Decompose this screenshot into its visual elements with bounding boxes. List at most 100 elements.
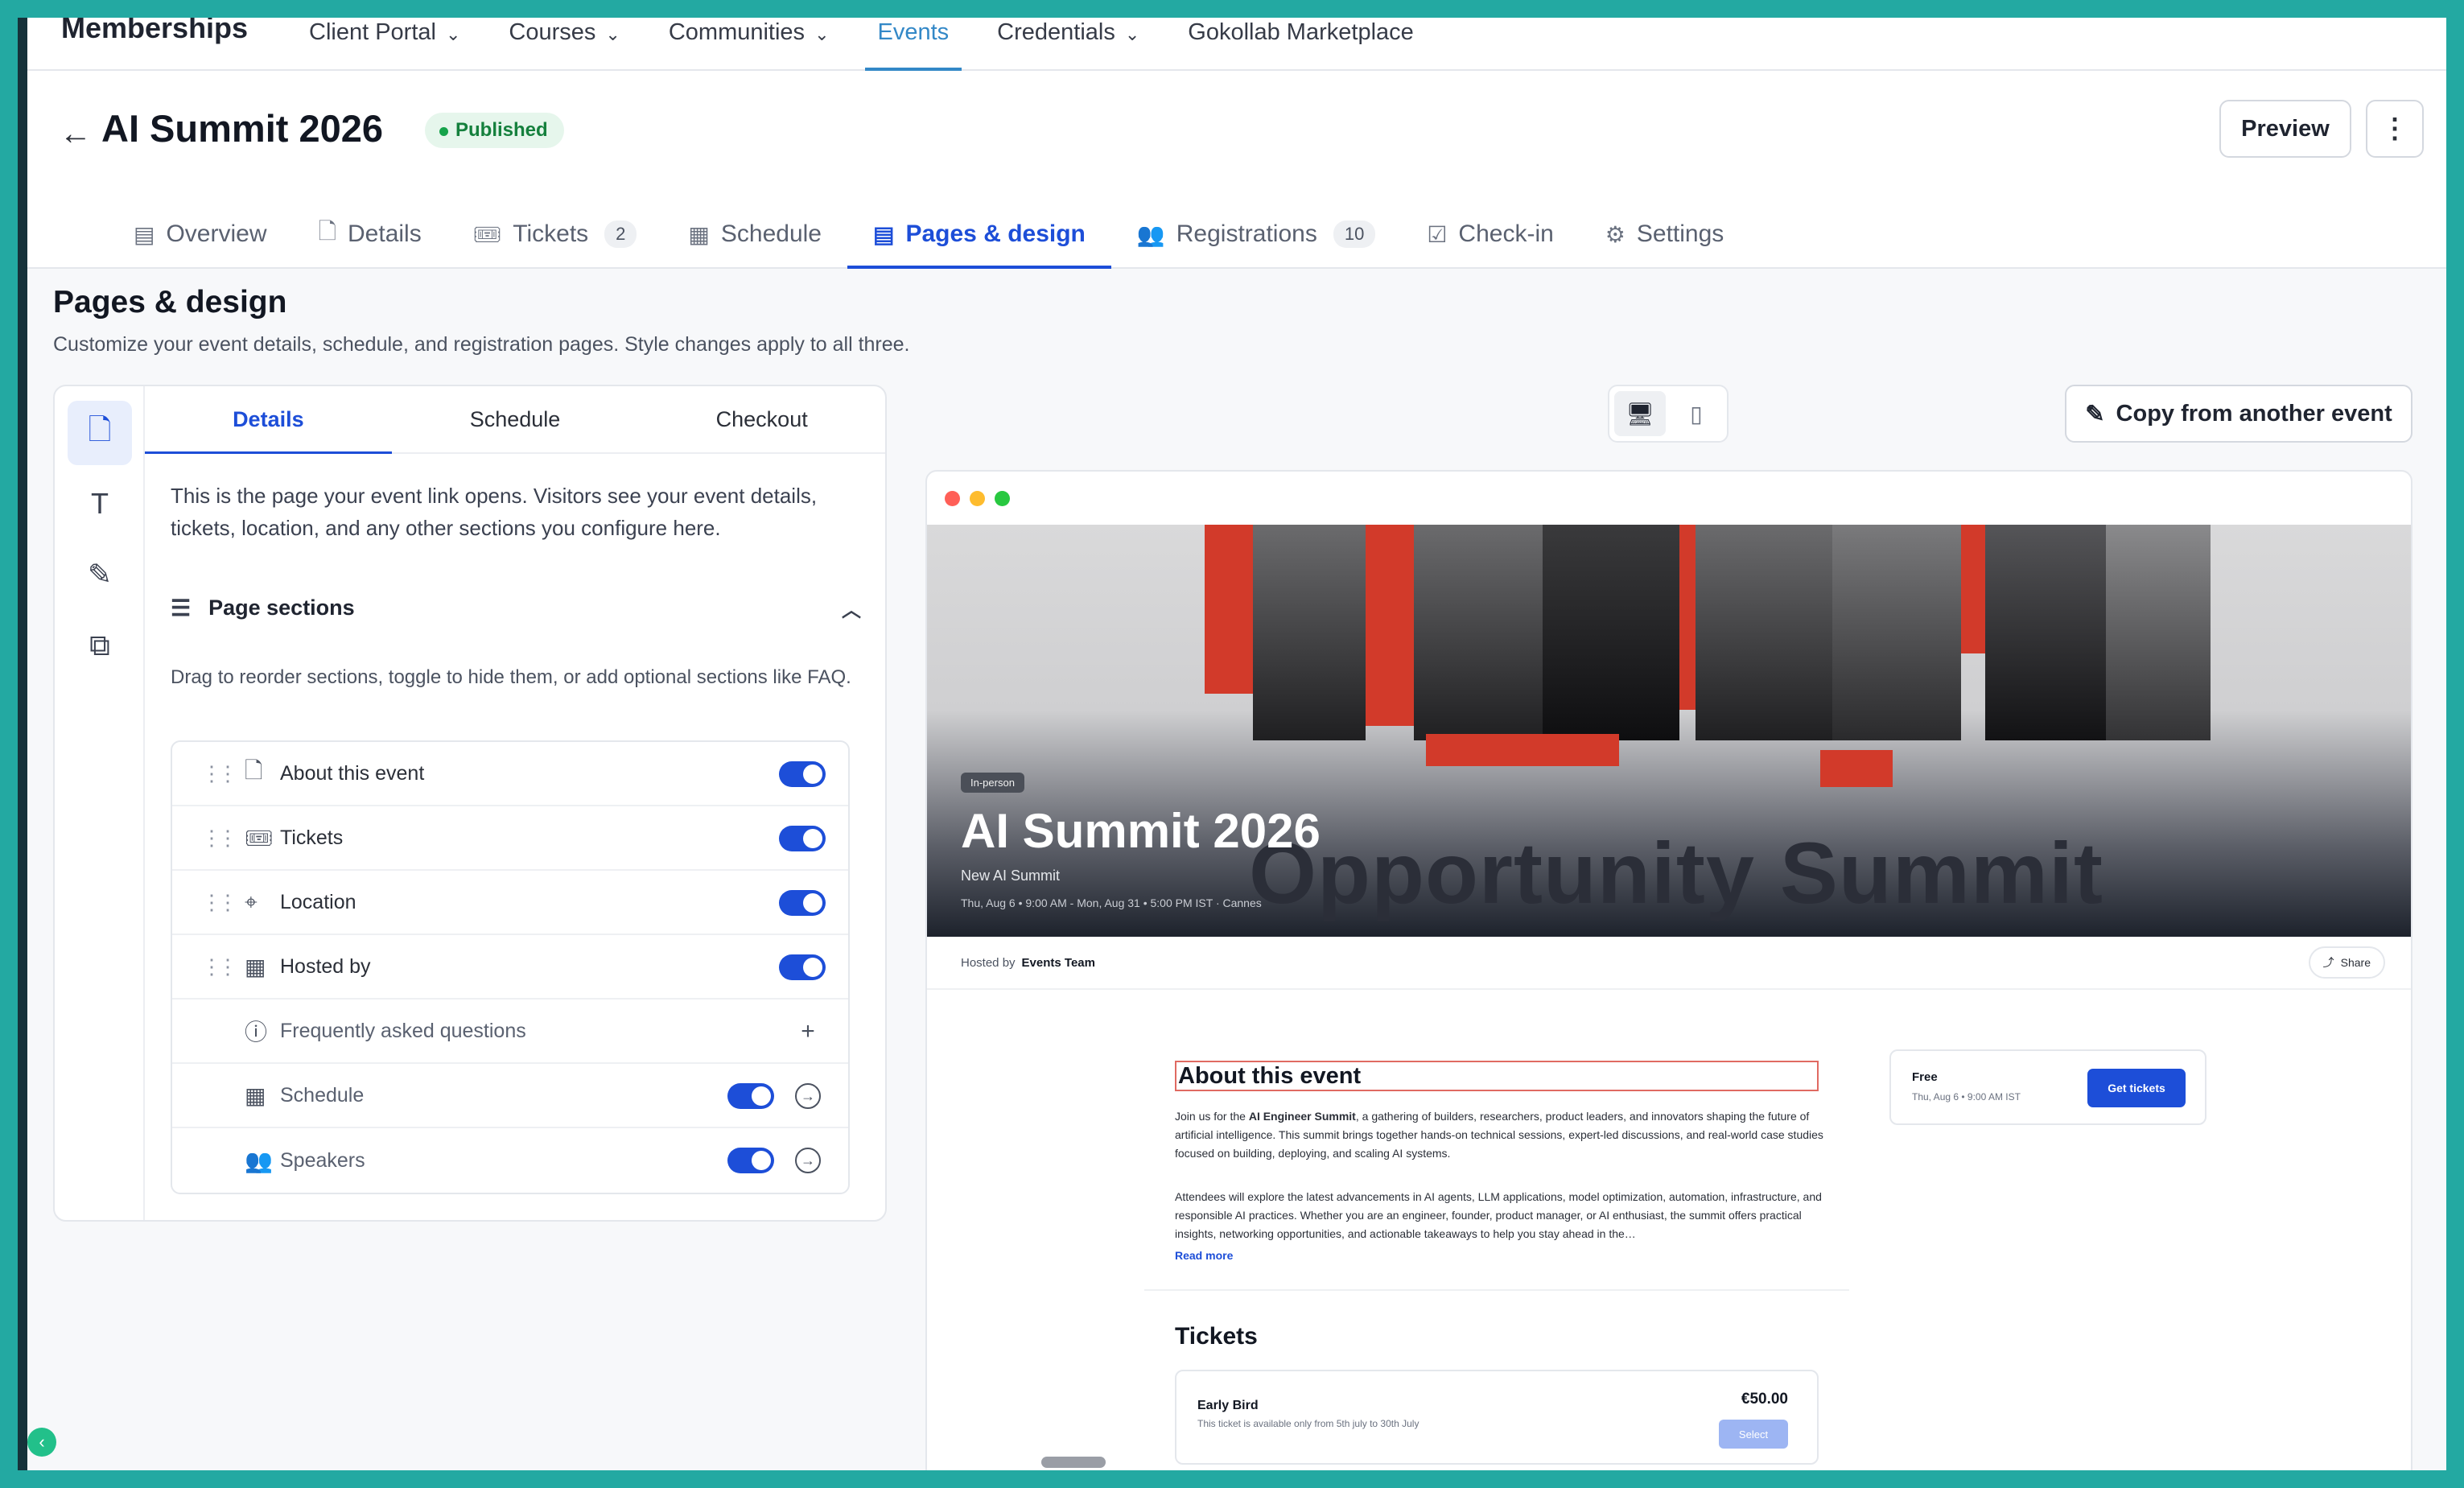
tab-overview[interactable]: ▤ Overview bbox=[108, 200, 293, 269]
map-pin-icon: ⌖ bbox=[245, 888, 258, 914]
calendar-icon: ▦ bbox=[245, 1082, 266, 1108]
file-icon: 🗋 bbox=[318, 219, 337, 244]
about-bold: AI Engineer Summit bbox=[1248, 1110, 1356, 1123]
users-icon: 👥 bbox=[245, 1148, 273, 1173]
nav-label: Communities bbox=[668, 19, 806, 45]
section-row-location[interactable]: ⋮⋮ ⌖ Location bbox=[172, 871, 848, 935]
scroll-handle[interactable] bbox=[1041, 1457, 1106, 1468]
section-toggle[interactable] bbox=[779, 761, 826, 787]
tab-details[interactable]: 🗋 Details bbox=[293, 200, 447, 269]
nav-client-portal[interactable]: Client Portal ⌄ bbox=[285, 18, 484, 71]
section-row-speakers[interactable]: 👥 Speakers → bbox=[172, 1128, 848, 1193]
section-toggle[interactable] bbox=[779, 890, 826, 916]
section-row-faq[interactable]: ⓘ Frequently asked questions + bbox=[172, 1000, 848, 1064]
ticket-icon: 🎟 bbox=[245, 825, 274, 851]
drag-handle-icon[interactable]: ⋮⋮ bbox=[172, 826, 238, 851]
hero-collage-image bbox=[1088, 525, 2263, 790]
get-tickets-button[interactable]: Get tickets bbox=[2087, 1069, 2186, 1107]
preview-button[interactable]: Preview bbox=[2219, 100, 2351, 158]
section-row-hosted-by[interactable]: ⋮⋮ ▦ Hosted by bbox=[172, 935, 848, 1000]
tab-tickets[interactable]: 🎟 Tickets 2 bbox=[447, 200, 663, 269]
nav-label: Events bbox=[877, 19, 950, 45]
brand-title[interactable]: Memberships bbox=[61, 18, 248, 45]
sections-list: ⋮⋮ 🗋 About this event ⋮⋮ 🎟 Tickets ⋮⋮ ⌖ … bbox=[171, 740, 850, 1194]
smartphone-icon[interactable]: ▯ bbox=[1671, 391, 1722, 436]
drag-handle-icon[interactable]: ⋮⋮ bbox=[172, 954, 238, 979]
arrow-right-circle-icon[interactable]: → bbox=[795, 1148, 821, 1173]
preview-event-subtitle: New AI Summit bbox=[961, 868, 1061, 884]
drag-handle-icon[interactable]: ⋮⋮ bbox=[172, 890, 238, 915]
more-vertical-icon[interactable]: ⋮ bbox=[2366, 100, 2424, 158]
plus-icon[interactable]: + bbox=[795, 1018, 821, 1045]
ticket-select-button[interactable]: Select bbox=[1719, 1420, 1788, 1449]
subtab-checkout[interactable]: Checkout bbox=[638, 386, 885, 452]
brush-icon[interactable]: ✎ bbox=[68, 542, 132, 607]
tab-check-in[interactable]: ☑ Check-in bbox=[1401, 200, 1579, 269]
hosted-by-bar: Hosted by Events Team ⤴ Share bbox=[927, 937, 2411, 990]
checkout-side-card: Free Thu, Aug 6 • 9:00 AM IST Get ticket… bbox=[1889, 1049, 2206, 1125]
editor-intro: This is the page your event link opens. … bbox=[171, 484, 818, 540]
ticket-card: Early Bird This ticket is available only… bbox=[1175, 1370, 1819, 1465]
brush-icon: ✎ bbox=[2085, 401, 2105, 427]
monitor-icon[interactable]: 🖥 bbox=[1614, 391, 1666, 436]
tab-label: Tickets bbox=[513, 221, 589, 247]
arrow-left-icon[interactable]: ← bbox=[60, 116, 92, 152]
section-label: Schedule bbox=[280, 1083, 365, 1107]
ticket-desc: This ticket is available only from 5th j… bbox=[1197, 1418, 1419, 1429]
text-icon[interactable]: T bbox=[68, 472, 132, 536]
hosted-by-label: Hosted by bbox=[961, 955, 1016, 970]
about-heading[interactable]: About this event bbox=[1175, 1061, 1819, 1091]
section-row-tickets[interactable]: ⋮⋮ 🎟 Tickets bbox=[172, 806, 848, 871]
subtab-details[interactable]: Details bbox=[145, 386, 392, 454]
drag-handle-icon[interactable]: ⋮⋮ bbox=[172, 761, 238, 786]
share-icon: ⤴ bbox=[2322, 956, 2334, 969]
section-toggle[interactable] bbox=[727, 1148, 774, 1173]
chevron-down-icon: ⌄ bbox=[445, 24, 461, 44]
tab-pages-design[interactable]: ▤ Pages & design bbox=[847, 200, 1111, 269]
event-title: AI Summit 2026 bbox=[101, 107, 384, 150]
page-title: Pages & design bbox=[53, 285, 287, 319]
list-icon: ☰ bbox=[171, 595, 192, 620]
subtab-schedule[interactable]: Schedule bbox=[392, 386, 639, 452]
tab-label: Details bbox=[348, 221, 422, 247]
tab-label: Schedule bbox=[720, 221, 822, 247]
nav-events[interactable]: Events bbox=[854, 18, 974, 71]
left-edge-strip bbox=[18, 18, 27, 1470]
browser-chrome bbox=[927, 472, 2411, 525]
users-icon: 👥 bbox=[1136, 221, 1165, 247]
nav-label: Courses bbox=[509, 19, 596, 45]
count-badge: 2 bbox=[604, 221, 637, 248]
tab-settings[interactable]: ⚙ Settings bbox=[1580, 200, 1750, 269]
section-toggle[interactable] bbox=[727, 1083, 774, 1109]
share-button[interactable]: ⤴ Share bbox=[2308, 946, 2385, 979]
tab-registrations[interactable]: 👥 Registrations 10 bbox=[1111, 200, 1401, 269]
nav-marketplace[interactable]: Gokollab Marketplace bbox=[1164, 18, 1437, 71]
about-paragraph-1: Join us for the AI Engineer Summit, a ga… bbox=[1175, 1107, 1823, 1163]
read-more-link[interactable]: Read more bbox=[1175, 1249, 1233, 1262]
check-square-icon: ☑ bbox=[1427, 221, 1448, 247]
nav-credentials[interactable]: Credentials ⌄ bbox=[973, 18, 1164, 71]
building-icon: ▦ bbox=[245, 954, 266, 979]
section-row-schedule[interactable]: ▦ Schedule → bbox=[172, 1064, 848, 1128]
arrow-right-circle-icon[interactable]: → bbox=[795, 1083, 821, 1109]
page-sections-header[interactable]: ☰ Page sections ︿ bbox=[171, 587, 871, 628]
nav-communities[interactable]: Communities ⌄ bbox=[645, 18, 854, 71]
section-label: Speakers bbox=[280, 1148, 365, 1172]
copy-from-event-button[interactable]: ✎ Copy from another event bbox=[2065, 385, 2412, 443]
code-icon[interactable]: ⧉ bbox=[68, 613, 132, 678]
file-icon: 🗋 bbox=[245, 758, 263, 783]
file-icon[interactable]: 🗋 bbox=[68, 401, 132, 465]
section-label: Location bbox=[280, 890, 356, 913]
section-toggle[interactable] bbox=[779, 826, 826, 851]
section-row-about[interactable]: ⋮⋮ 🗋 About this event bbox=[172, 742, 848, 806]
nav-courses[interactable]: Courses ⌄ bbox=[484, 18, 644, 71]
nav-label: Client Portal bbox=[309, 19, 436, 45]
tab-schedule[interactable]: ▦ Schedule bbox=[662, 200, 847, 269]
chevron-down-icon: ⌄ bbox=[1124, 24, 1140, 44]
maximize-dot bbox=[995, 490, 1010, 506]
chevron-left-icon[interactable]: ‹ bbox=[27, 1428, 56, 1457]
chevron-up-icon[interactable]: ︿ bbox=[842, 594, 861, 622]
section-toggle[interactable] bbox=[779, 954, 826, 980]
close-dot bbox=[945, 490, 960, 506]
app-window: Memberships Client Portal ⌄ Courses ⌄ Comm… bbox=[18, 18, 2446, 1470]
